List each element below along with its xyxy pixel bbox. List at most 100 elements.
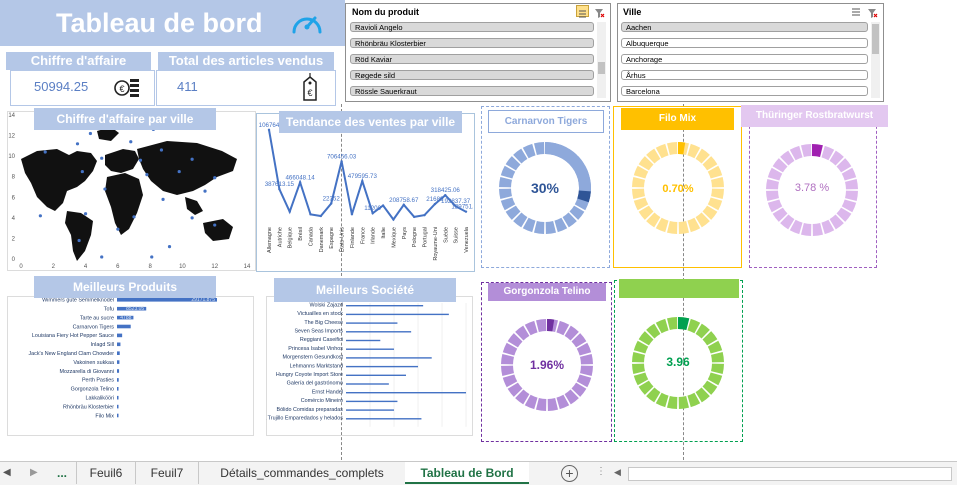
trend-point	[423, 213, 426, 217]
scatter-point	[77, 238, 81, 243]
donut-value-arc	[812, 144, 823, 157]
product-slicer-item[interactable]: Ravioli Angelo	[350, 22, 594, 32]
clear-filter-icon[interactable]	[867, 6, 878, 18]
trend-data-label: 318425.06	[431, 187, 461, 194]
bar	[117, 360, 120, 364]
bar	[346, 365, 418, 368]
scatter-point	[116, 227, 120, 231]
donut-title: Thüringer Rostbratwurst	[741, 105, 888, 127]
bar	[117, 342, 121, 347]
product-slicer-scrollbar[interactable]	[597, 22, 606, 98]
bar-category-label: Galería del gastrónomo	[287, 381, 343, 387]
city-slicer-scrollbar[interactable]	[871, 22, 880, 98]
bar	[346, 374, 406, 376]
scatter-point	[159, 148, 164, 152]
trend-data-label: 106764	[259, 122, 280, 129]
scroll-options-icon: ⋮	[596, 466, 606, 477]
bar-category-label: Lakkalikööri	[86, 396, 114, 402]
add-sheet-icon[interactable]: +	[561, 465, 578, 482]
trend-category-label: Canada	[308, 226, 314, 246]
trend-data-label: 208758.67	[389, 197, 419, 204]
bar	[346, 409, 394, 411]
scatter-point	[132, 215, 136, 219]
donut-segment	[533, 142, 545, 155]
tab-feuil6[interactable]: Feuil6	[76, 462, 135, 484]
trend-category-label: Mexique	[391, 227, 397, 248]
donut-segment	[800, 223, 812, 236]
x-tick-label: 8	[148, 264, 152, 270]
product-slicer-item[interactable]: Rössle Sauerkraut	[350, 86, 594, 96]
bar	[346, 331, 412, 333]
bar	[117, 351, 120, 355]
tab-feuil7[interactable]: Feuil7	[135, 462, 198, 484]
donut-value: 1.96%	[529, 358, 565, 372]
x-tick-label: 2	[52, 264, 56, 270]
bar	[117, 387, 119, 391]
bar	[346, 339, 381, 342]
tab-tableau-de-bord[interactable]: Tableau de Bord	[405, 462, 529, 484]
donut-segment	[845, 178, 858, 190]
y-tick-label: 4	[12, 216, 16, 222]
scatter-point	[161, 197, 165, 201]
city-slicer-item[interactable]: Barcelona	[621, 86, 868, 96]
trend-point	[309, 213, 312, 216]
horizontal-scrollbar[interactable]	[628, 467, 952, 481]
city-slicer-item[interactable]: Anchorage	[621, 54, 868, 64]
donut-segment	[845, 190, 858, 202]
scatter-point	[145, 173, 149, 177]
bar-category-label: Vakoinen sukkaa	[73, 360, 114, 366]
product-slicer-item[interactable]: Rhönbräu Klosterbier	[350, 38, 594, 48]
multi-select-icon[interactable]	[576, 5, 589, 18]
city-slicer-item[interactable]: Albuquerque	[621, 38, 868, 48]
scatter-point	[213, 176, 217, 180]
bar-category-label: Morgenstern Gesundkost	[282, 355, 343, 361]
trend-category-label: Venezuela	[464, 226, 470, 253]
trend-chart: 106764 387613.15466048.14 22352 706456.03 47…	[259, 122, 473, 261]
scatter-point	[83, 212, 88, 216]
bar-category-label: Lehmanns Marktstand	[290, 363, 343, 369]
scatter-point	[43, 150, 47, 154]
trend-category-label: Suède	[443, 227, 449, 243]
bar	[346, 313, 449, 316]
trend-category-label: France	[360, 227, 366, 244]
tab-more[interactable]: ...	[50, 462, 74, 484]
multi-select-icon[interactable]	[850, 5, 862, 17]
donut-segment	[533, 221, 545, 234]
y-tick-label: 14	[8, 113, 15, 119]
product-slicer-item[interactable]: Røgede sild	[350, 70, 594, 80]
bar-category-label: Rhönbräu Klosterbier	[63, 404, 114, 410]
donut-segment	[547, 398, 559, 411]
product-slicer-item[interactable]: Röd Kaviar	[350, 54, 594, 64]
tab-details-commandes[interactable]: Détails_commandes_complets	[198, 462, 405, 484]
y-tick-label: 0	[12, 257, 16, 263]
clear-filter-icon[interactable]	[594, 6, 605, 18]
bar-category-label: Reggiani Caseifici	[300, 337, 343, 343]
scroll-tabs-left-icon[interactable]: ◀	[3, 467, 11, 478]
bar	[117, 333, 123, 338]
donut-value: 3.96	[666, 355, 690, 369]
trend-point	[444, 194, 447, 197]
donut-value: 0.70%	[662, 183, 694, 195]
map-chart-title: Chiffre d'affaire par ville	[34, 108, 216, 130]
scroll-tabs-right-icon[interactable]: ▶	[30, 467, 38, 478]
city-slicer-item[interactable]: Aachen	[621, 22, 868, 32]
trend-category-label: États-Unis	[339, 227, 346, 253]
trend-chart-title: Tendance des ventes par ville	[279, 111, 462, 133]
city-slicer-item[interactable]: Århus	[621, 70, 868, 80]
products-chart: Wimmers gute Semmelknödel 29171.875 Tofu 85…	[28, 297, 217, 419]
donut-segment	[678, 396, 690, 409]
trend-category-label: Espagne	[329, 227, 335, 249]
scroll-left-icon[interactable]: ◀	[614, 467, 621, 478]
bar-category-label: Perth Pasties	[82, 378, 114, 384]
trend-point	[361, 179, 364, 183]
trend-category-label: Italie	[381, 227, 387, 239]
trend-data-label: 11200	[364, 205, 381, 212]
trend-point	[298, 181, 302, 184]
trend-point	[350, 213, 354, 216]
donut-segment	[666, 396, 678, 409]
page-title: Tableau de bord	[56, 8, 263, 38]
scatter-point	[167, 245, 172, 249]
x-tick-label: 6	[116, 264, 120, 270]
trend-point	[381, 204, 385, 207]
donut-segment	[535, 319, 547, 332]
